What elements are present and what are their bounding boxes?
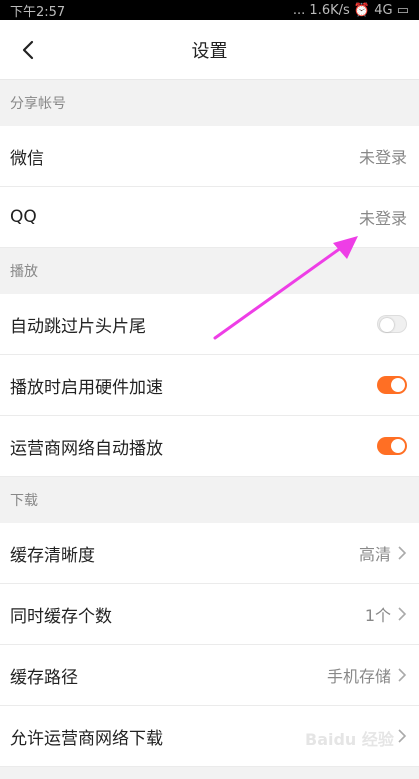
- row-value: 1个: [364, 606, 391, 625]
- chevron-right-icon: [398, 546, 407, 560]
- back-button[interactable]: [10, 32, 46, 68]
- section-title-download: 下载: [0, 477, 419, 523]
- row-label: 缓存清晰度: [10, 545, 95, 566]
- login-status: 未登录: [358, 148, 407, 167]
- row-hw-accel: 播放时启用硬件加速: [0, 355, 419, 416]
- chevron-right-icon: [398, 668, 407, 682]
- row-label: 缓存路径: [10, 667, 78, 688]
- row-label: 自动跳过片头片尾: [10, 316, 146, 337]
- chevron-left-icon: [22, 40, 34, 60]
- toggle-knob: [380, 318, 394, 332]
- toggle-knob: [391, 378, 405, 392]
- row-qq[interactable]: QQ 未登录: [0, 187, 419, 248]
- row-label: 运营商网络自动播放: [10, 438, 163, 459]
- row-label: 播放时启用硬件加速: [10, 377, 163, 398]
- row-concurrent-cache[interactable]: 同时缓存个数 1个: [0, 584, 419, 645]
- mobile-autoplay-toggle[interactable]: [377, 437, 407, 455]
- row-label: QQ: [10, 207, 37, 227]
- row-label: 同时缓存个数: [10, 606, 112, 627]
- chevron-right-icon: [398, 729, 407, 743]
- row-value: 高清: [358, 545, 391, 564]
- login-status: 未登录: [358, 209, 407, 228]
- skip-intro-toggle[interactable]: [377, 315, 407, 333]
- section-title-share: 分享帐号: [0, 80, 419, 126]
- row-cache-quality[interactable]: 缓存清晰度 高清: [0, 523, 419, 584]
- page-header: 设置: [0, 20, 419, 80]
- row-mobile-autoplay: 运营商网络自动播放: [0, 416, 419, 477]
- section-title-play: 播放: [0, 248, 419, 294]
- status-time: 下午2:57: [10, 4, 66, 20]
- toggle-knob: [391, 439, 405, 453]
- watermark: Baidu 经验: [305, 730, 394, 749]
- row-skip-intro: 自动跳过片头片尾: [0, 294, 419, 355]
- row-label: 允许运营商网络下载: [10, 728, 163, 749]
- status-bar: 下午2:57 ... 1.6K/s ⏰ 4G ▭: [0, 0, 419, 20]
- row-wechat[interactable]: 微信 未登录: [0, 126, 419, 187]
- status-indicators: ... 1.6K/s ⏰ 4G ▭: [292, 2, 409, 18]
- row-value: 手机存储: [326, 667, 391, 686]
- chevron-right-icon: [398, 607, 407, 621]
- hw-accel-toggle[interactable]: [377, 376, 407, 394]
- row-cache-path[interactable]: 缓存路径 手机存储: [0, 645, 419, 706]
- row-label: 微信: [10, 148, 44, 169]
- page-title: 设置: [191, 40, 228, 62]
